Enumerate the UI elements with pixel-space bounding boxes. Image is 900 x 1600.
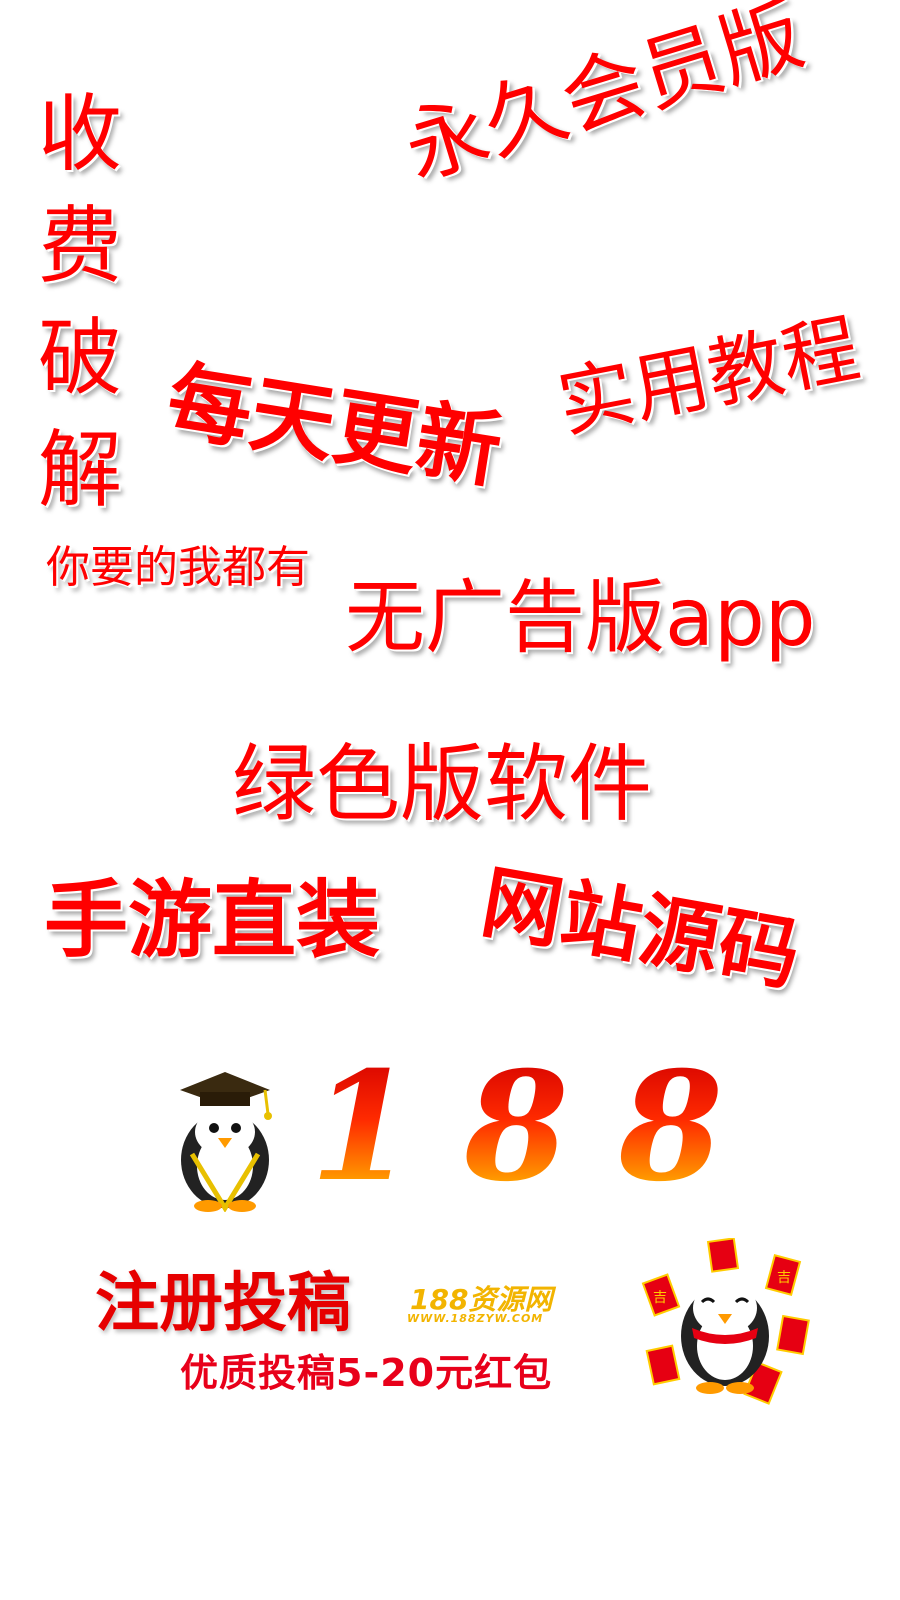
daily-update-text: 每天更新 [160,351,508,501]
website-source-text: 网站源码 [475,855,807,1003]
no-ads-app-text: 无广告版app [345,571,816,664]
register-submit-title: 注册投稿 [95,1267,351,1341]
graduate-penguin-icon [180,1072,272,1212]
vertical-char-1: 收 [38,85,123,183]
vertical-char-3: 破 [38,309,123,407]
logo-188: 188 [310,1039,774,1215]
site-url: WWW.188ZYW.COM [407,1312,544,1325]
logo-area: 188 [170,1052,730,1232]
vertical-char-4: 解 [38,421,123,519]
mobile-game-text: 手游直装 [44,871,381,969]
vertical-char-2: 费 [38,197,123,295]
envelope-char-2: 吉 [777,1270,791,1286]
green-software-text: 绿色版软件 [232,735,653,833]
have-everything-text: 你要的我都有 [46,542,310,593]
red-envelope-penguin-icon: 吉 吉 [641,1238,810,1405]
vertical-charge-crack-text: 收 费 破 解 [38,78,122,526]
register-submit-banner[interactable]: 注册投稿 188资源网 WWW.188ZYW.COM 优质投稿5-20元红包 吉… [95,1238,815,1408]
promo-text: 优质投稿5-20元红包 [180,1351,553,1395]
envelope-char: 吉 [653,1290,667,1306]
permanent-vip-text: 永久会员版 [393,0,814,198]
practical-tutorial-text: 实用教程 [550,303,867,449]
